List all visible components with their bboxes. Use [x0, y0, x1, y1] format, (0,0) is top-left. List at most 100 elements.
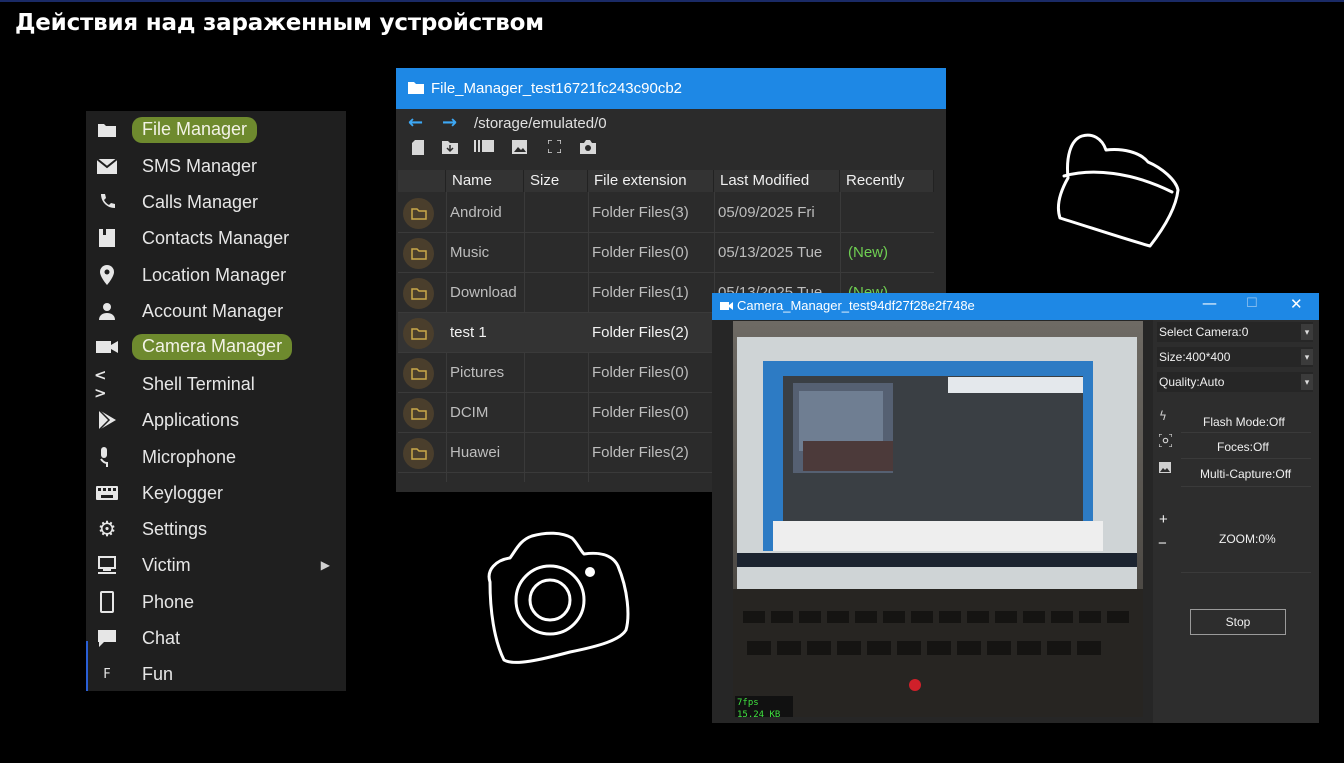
quality-dropdown[interactable]: Quality:Auto ▾ [1157, 372, 1313, 392]
camera-preview: 7fps 15.24 KB [733, 321, 1143, 717]
forward-arrow-icon[interactable]: → [442, 112, 457, 133]
menu-item-file-manager[interactable]: File Manager [86, 113, 346, 147]
folder-icon [403, 318, 434, 349]
file-manager-navbar: ← → /storage/emulated/0 [396, 109, 946, 137]
menu-item-microphone[interactable]: Microphone [86, 440, 346, 474]
flash-icon[interactable]: ϟ [1159, 409, 1167, 423]
folder-icon [403, 198, 434, 229]
camera-manager-window: Camera_Manager_test94df27f28e2f748e — ☐ … [712, 293, 1319, 723]
camera-doodle-icon [487, 531, 630, 664]
mail-icon [94, 153, 120, 179]
flash-mode-toggle[interactable]: Flash Mode:Off [1203, 415, 1285, 429]
file-manager-title: File_Manager_test16721fc243c90cb2 [431, 80, 683, 97]
menu-item-applications[interactable]: Applications [86, 403, 346, 437]
foces-toggle[interactable]: Foces:Off [1217, 440, 1269, 454]
top-divider [0, 0, 1344, 2]
chat-icon [94, 625, 120, 651]
menu-item-phone[interactable]: Phone [86, 585, 346, 619]
camera-manager-title: Camera_Manager_test94df27f28e2f748e [737, 298, 975, 313]
camera-controls-panel: Select Camera:0 ▾ Size:400*400 ▾ Quality… [1153, 320, 1319, 723]
file-manager-titlebar[interactable]: File_Manager_test16721fc243c90cb2 [396, 68, 946, 109]
close-icon[interactable]: ✕ [1290, 295, 1303, 313]
multi-capture-toggle[interactable]: Multi-Capture:Off [1200, 467, 1291, 481]
slide-title: Действия над зараженным устройством [15, 10, 544, 36]
fun-icon: F [103, 666, 111, 682]
icon-column-header [398, 170, 446, 192]
computer-icon [94, 552, 120, 578]
folder-icon [403, 278, 434, 309]
image-icon[interactable] [512, 140, 527, 158]
stop-button[interactable]: Stop [1190, 609, 1286, 635]
folder-icon [94, 117, 120, 143]
chevron-down-icon: ▾ [1301, 349, 1313, 365]
file-manager-toolbar [396, 137, 946, 165]
separator [1181, 486, 1311, 487]
menu-item-location-manager[interactable]: Location Manager [86, 258, 346, 292]
rat-sidebar-menu: File Manager SMS Manager Calls Manager C… [86, 111, 346, 691]
folder-icon [408, 82, 424, 94]
microphone-icon [94, 444, 120, 470]
code-icon: < > [94, 366, 107, 402]
separator [1181, 458, 1311, 459]
contacts-icon [94, 225, 120, 251]
fps-value: 7fps [737, 698, 759, 708]
fps-overlay: 7fps 15.24 KB [735, 696, 793, 717]
chevron-down-icon: ▾ [1301, 324, 1313, 340]
fullscreen-icon[interactable] [547, 139, 562, 157]
file-table-header: Name Size File extension Last Modified R… [398, 170, 934, 192]
maximize-icon[interactable]: ☐ [1246, 296, 1258, 311]
play-store-icon [94, 407, 120, 433]
menu-item-fun[interactable]: F Fun [86, 657, 346, 691]
size-dropdown[interactable]: Size:400*400 ▾ [1157, 347, 1313, 367]
gear-icon: ⚙ [97, 517, 117, 541]
zoom-level: ZOOM:0% [1219, 532, 1276, 546]
video-camera-icon [94, 334, 120, 360]
column-header-extension[interactable]: File extension [588, 170, 714, 192]
separator [1181, 432, 1311, 433]
separator [1181, 572, 1311, 573]
keyboard-icon [94, 480, 120, 506]
menu-item-sms-manager[interactable]: SMS Manager [86, 149, 346, 183]
sd-card-icon[interactable] [412, 140, 424, 159]
menu-item-calls-manager[interactable]: Calls Manager [86, 185, 346, 219]
gallery-grid-icon[interactable] [474, 140, 494, 156]
back-arrow-icon[interactable]: ← [408, 112, 423, 133]
menu-item-camera-manager[interactable]: Camera Manager [86, 330, 346, 364]
zoom-in-button[interactable]: + [1159, 511, 1168, 528]
camera-feed-image [733, 321, 1143, 717]
menu-item-contacts-manager[interactable]: Contacts Manager [86, 221, 346, 255]
current-path: /storage/emulated/0 [474, 115, 607, 132]
download-folder-icon[interactable] [442, 140, 458, 158]
camera-icon[interactable] [580, 140, 596, 158]
menu-item-settings[interactable]: ⚙ Settings [86, 512, 346, 546]
menu-item-shell-terminal[interactable]: < > Shell Terminal [86, 366, 346, 402]
video-camera-icon [720, 302, 733, 310]
folder-icon [403, 358, 434, 389]
location-pin-icon [94, 262, 120, 288]
column-header-size[interactable]: Size [524, 170, 588, 192]
user-icon [94, 298, 120, 324]
select-camera-dropdown[interactable]: Select Camera:0 ▾ [1157, 322, 1313, 342]
table-row[interactable]: Music Folder Files(0) 05/13/2025 Tue (Ne… [398, 233, 934, 273]
menu-item-keylogger[interactable]: Keylogger [86, 476, 346, 510]
chevron-down-icon: ▾ [1301, 374, 1313, 390]
column-header-recently[interactable]: Recently [840, 170, 934, 192]
column-header-last-modified[interactable]: Last Modified [714, 170, 840, 192]
menu-item-account-manager[interactable]: Account Manager [86, 294, 346, 328]
folder-doodle-icon [1056, 133, 1180, 248]
folder-icon [403, 238, 434, 269]
smartphone-icon [94, 589, 120, 615]
camera-manager-titlebar[interactable]: Camera_Manager_test94df27f28e2f748e — ☐ … [712, 293, 1319, 320]
phone-icon [94, 189, 120, 215]
menu-item-victim[interactable]: Victim ▶ [86, 548, 346, 582]
minimize-icon[interactable]: — [1202, 294, 1217, 312]
zoom-out-button[interactable]: − [1158, 535, 1167, 552]
folder-icon [403, 398, 434, 429]
table-row[interactable]: Android Folder Files(3) 05/09/2025 Fri [398, 193, 934, 233]
folder-icon [403, 438, 434, 469]
frame-size-value: 15.24 KB [737, 710, 781, 717]
focus-icon[interactable] [1158, 433, 1173, 450]
image-icon[interactable] [1159, 462, 1171, 476]
column-header-name[interactable]: Name [446, 170, 524, 192]
menu-item-chat[interactable]: Chat [86, 621, 346, 655]
